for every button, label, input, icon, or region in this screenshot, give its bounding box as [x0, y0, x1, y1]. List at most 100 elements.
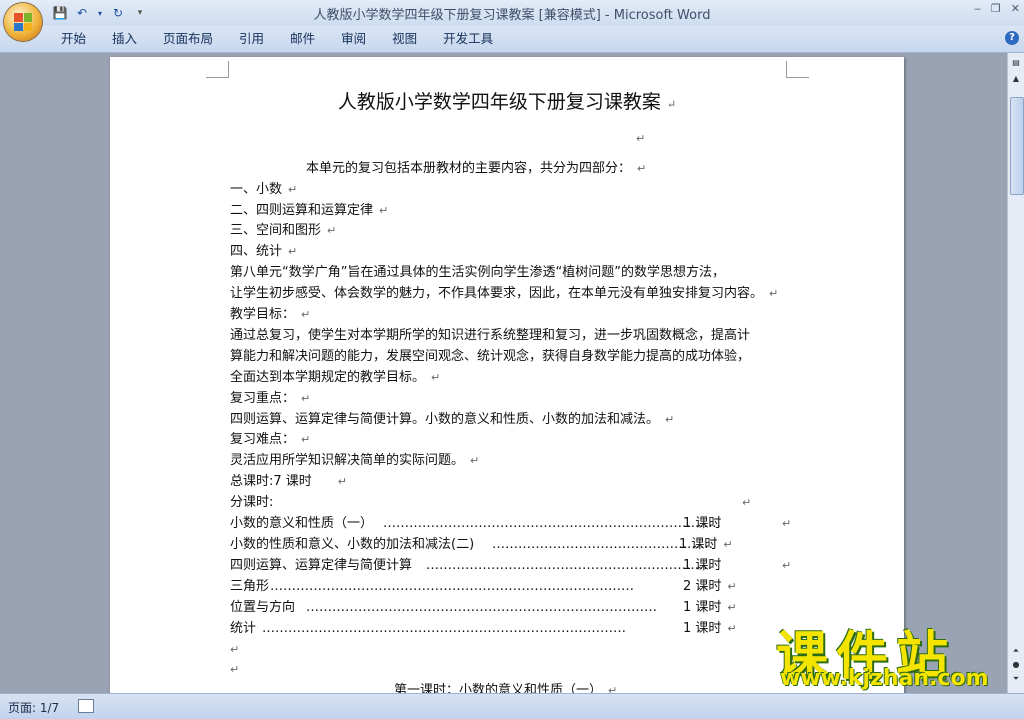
key-text: 四则运算、运算定律与简便计算。小数的意义和性质、小数的加法和减法。	[230, 412, 660, 427]
schedule-mark: ↵	[776, 514, 791, 534]
leader-dots: …………………………………………………………………………	[270, 579, 634, 594]
schedule-name: 小数的意义和性质（一）	[230, 516, 374, 531]
paragraph-mark: ↵	[636, 132, 646, 145]
schedule-name: 四则运算、运算定律与简便计算	[230, 558, 413, 573]
ruler-toggle-icon[interactable]: ▤	[1010, 57, 1022, 69]
goal-line: 全面达到本学期规定的教学目标。 ↵	[230, 368, 440, 388]
tab-mailings[interactable]: 邮件	[277, 30, 328, 48]
split-heading-mark: ↵	[736, 493, 751, 513]
schedule-hours-text: 1 课时	[683, 600, 722, 615]
office-button[interactable]	[4, 3, 42, 41]
paragraph-mark: ↵	[301, 433, 311, 446]
schedule-hours: 1 课时 ↵	[683, 619, 737, 639]
paragraph-mark: ↵	[301, 392, 311, 405]
paragraph-mark: ↵	[301, 308, 311, 321]
schedule-hours: 1 课时 ↵	[683, 598, 737, 618]
paragraph-mark: ↵	[230, 643, 240, 656]
schedule-name: 位置与方向	[230, 600, 296, 615]
paragraph-mark: ↵	[665, 413, 675, 426]
schedule-hours: 1 课时 ↵	[679, 535, 733, 555]
next-page-icon[interactable]: ⏷	[1010, 673, 1022, 685]
para1-text: 让学生初步感受、体会数学的魅力，不作具体要求，因此，在本单元没有单独安排复习内容…	[230, 286, 764, 301]
paragraph-mark: ↵	[727, 580, 737, 593]
document-title-text: 人教版小学数学四年级下册复习课教案	[337, 91, 661, 113]
paragraph-mark: ↵	[782, 517, 792, 530]
document-page[interactable]: 人教版小学数学四年级下册复习课教案 ↵ ↵ 本单元的复习包括本册教材的主要内容，共…	[110, 57, 904, 693]
paragraph-mark: ↵	[337, 475, 348, 488]
schedule-row: 小数的性质和意义、小数的加法和减法(二)	[230, 535, 474, 555]
part-item: 二、四则运算和运算定律 ↵	[230, 201, 388, 221]
paragraph-mark: ↵	[608, 684, 618, 693]
key-heading: 复习重点： ↵	[230, 389, 310, 409]
schedule-mark: ↵	[776, 556, 791, 576]
scroll-up-icon[interactable]: ▲	[1010, 73, 1022, 85]
tab-references[interactable]: 引用	[226, 30, 277, 48]
schedule-row: 统计	[230, 619, 256, 639]
paragraph-mark: ↵	[288, 245, 298, 258]
schedule-hours: 1 课时	[683, 514, 721, 534]
goal-line: 通过总复习，使学生对本学期所学的知识进行系统整理和复习，进一步巩固数概念，提高计	[230, 326, 750, 346]
part-text: 四、统计	[230, 244, 283, 259]
hard-heading: 复习难点： ↵	[230, 430, 310, 450]
tab-developer[interactable]: 开发工具	[430, 30, 506, 48]
prev-page-icon[interactable]: ⏶	[1010, 645, 1022, 657]
browse-object-icon[interactable]: ●	[1010, 659, 1022, 671]
title-bar: 💾 ↶ ▾ ↻ ▾ 人教版小学数学四年级下册复习课教案 [兼容模式] - Mic…	[0, 0, 1024, 26]
schedule-name: 三角形	[230, 579, 270, 594]
para1-text: 第八单元“数学广角”旨在通过具体的生活实例向学生渗透“植树问题”的数学思想方法，	[230, 265, 725, 280]
close-icon[interactable]: ✕	[1011, 2, 1020, 15]
key-line: 四则运算、运算定律与简便计算。小数的意义和性质、小数的加法和减法。 ↵	[230, 410, 674, 430]
goal-text: 通过总复习，使学生对本学期所学的知识进行系统整理和复习，进一步巩固数概念，提高计	[230, 328, 751, 343]
restore-icon[interactable]: ❐	[991, 2, 1001, 15]
paragraph-mark: ↵	[782, 559, 792, 572]
tab-page-layout[interactable]: 页面布局	[150, 30, 226, 48]
vertical-scrollbar[interactable]: ▤ ▲ ⏶ ● ⏷	[1007, 53, 1024, 693]
schedule-row: 小数的意义和性质（一）	[230, 514, 373, 534]
scroll-thumb[interactable]	[1010, 97, 1024, 195]
tab-review[interactable]: 审阅	[328, 30, 379, 48]
schedule-row: 位置与方向	[230, 598, 295, 618]
intro-line: 本单元的复习包括本册教材的主要内容，共分为四部分： ↵	[306, 159, 646, 179]
total-hours: 总课时:7 课时 ↵	[230, 472, 347, 492]
paragraph-mark: ↵	[470, 454, 480, 467]
part-text: 二、四则运算和运算定律	[230, 203, 374, 218]
help-icon[interactable]: ?	[1005, 31, 1019, 45]
split-heading-text: 分课时:	[230, 495, 274, 510]
leader-dots: ……………………………………………………………………	[383, 516, 721, 531]
paragraph-mark: ↵	[288, 183, 298, 196]
goal-text: 全面达到本学期规定的教学目标。	[230, 370, 426, 385]
schedule-hours: 2 课时 ↵	[683, 577, 737, 597]
leader-dots: …………………………………………………………………………	[262, 621, 626, 636]
part-text: 三、空间和图形	[230, 223, 322, 238]
paragraph-mark: ↵	[727, 622, 737, 635]
paragraph-mark: ↵	[666, 98, 677, 111]
office-logo-icon	[14, 13, 32, 31]
minimize-icon[interactable]: ‒	[974, 2, 981, 15]
paragraph-mark: ↵	[723, 538, 733, 551]
hard-text: 灵活应用所学知识解决简单的实际问题。	[230, 453, 465, 468]
schedule-hours: 1 课时	[683, 556, 721, 576]
proofing-icon[interactable]	[78, 699, 94, 713]
page-indicator[interactable]: 页面: 1/7	[8, 699, 59, 716]
tab-home[interactable]: 开始	[48, 30, 99, 48]
document-title: 人教版小学数学四年级下册复习课教案 ↵	[110, 87, 904, 114]
part-item: 一、小数 ↵	[230, 180, 297, 200]
status-bar: 页面: 1/7	[0, 693, 1024, 719]
paragraph-mark: ↵	[230, 663, 240, 676]
empty-paragraph: ↵	[230, 640, 239, 660]
tab-insert[interactable]: 插入	[99, 30, 150, 48]
schedule-row: 三角形	[230, 577, 269, 597]
part-item: 四、统计 ↵	[230, 242, 297, 262]
goal-heading-text: 教学目标：	[230, 307, 296, 322]
paragraph-mark: ↵	[637, 162, 647, 175]
hard-line: 灵活应用所学知识解决简单的实际问题。 ↵	[230, 451, 479, 471]
schedule-name: 统计	[230, 621, 257, 636]
tab-view[interactable]: 视图	[379, 30, 430, 48]
schedule-hours-text: 1 课时	[683, 621, 722, 636]
part-text: 一、小数	[230, 182, 283, 197]
schedule-hours-text: 1 课时	[683, 516, 722, 531]
goal-text: 算能力和解决问题的能力，发展空间观念、统计观念，获得自身数学能力提高的成功体验，	[230, 349, 751, 364]
empty-paragraph: ↵	[230, 660, 239, 680]
window-controls: ‒ ❐ ✕	[974, 2, 1020, 15]
key-heading-text: 复习重点：	[230, 391, 296, 406]
